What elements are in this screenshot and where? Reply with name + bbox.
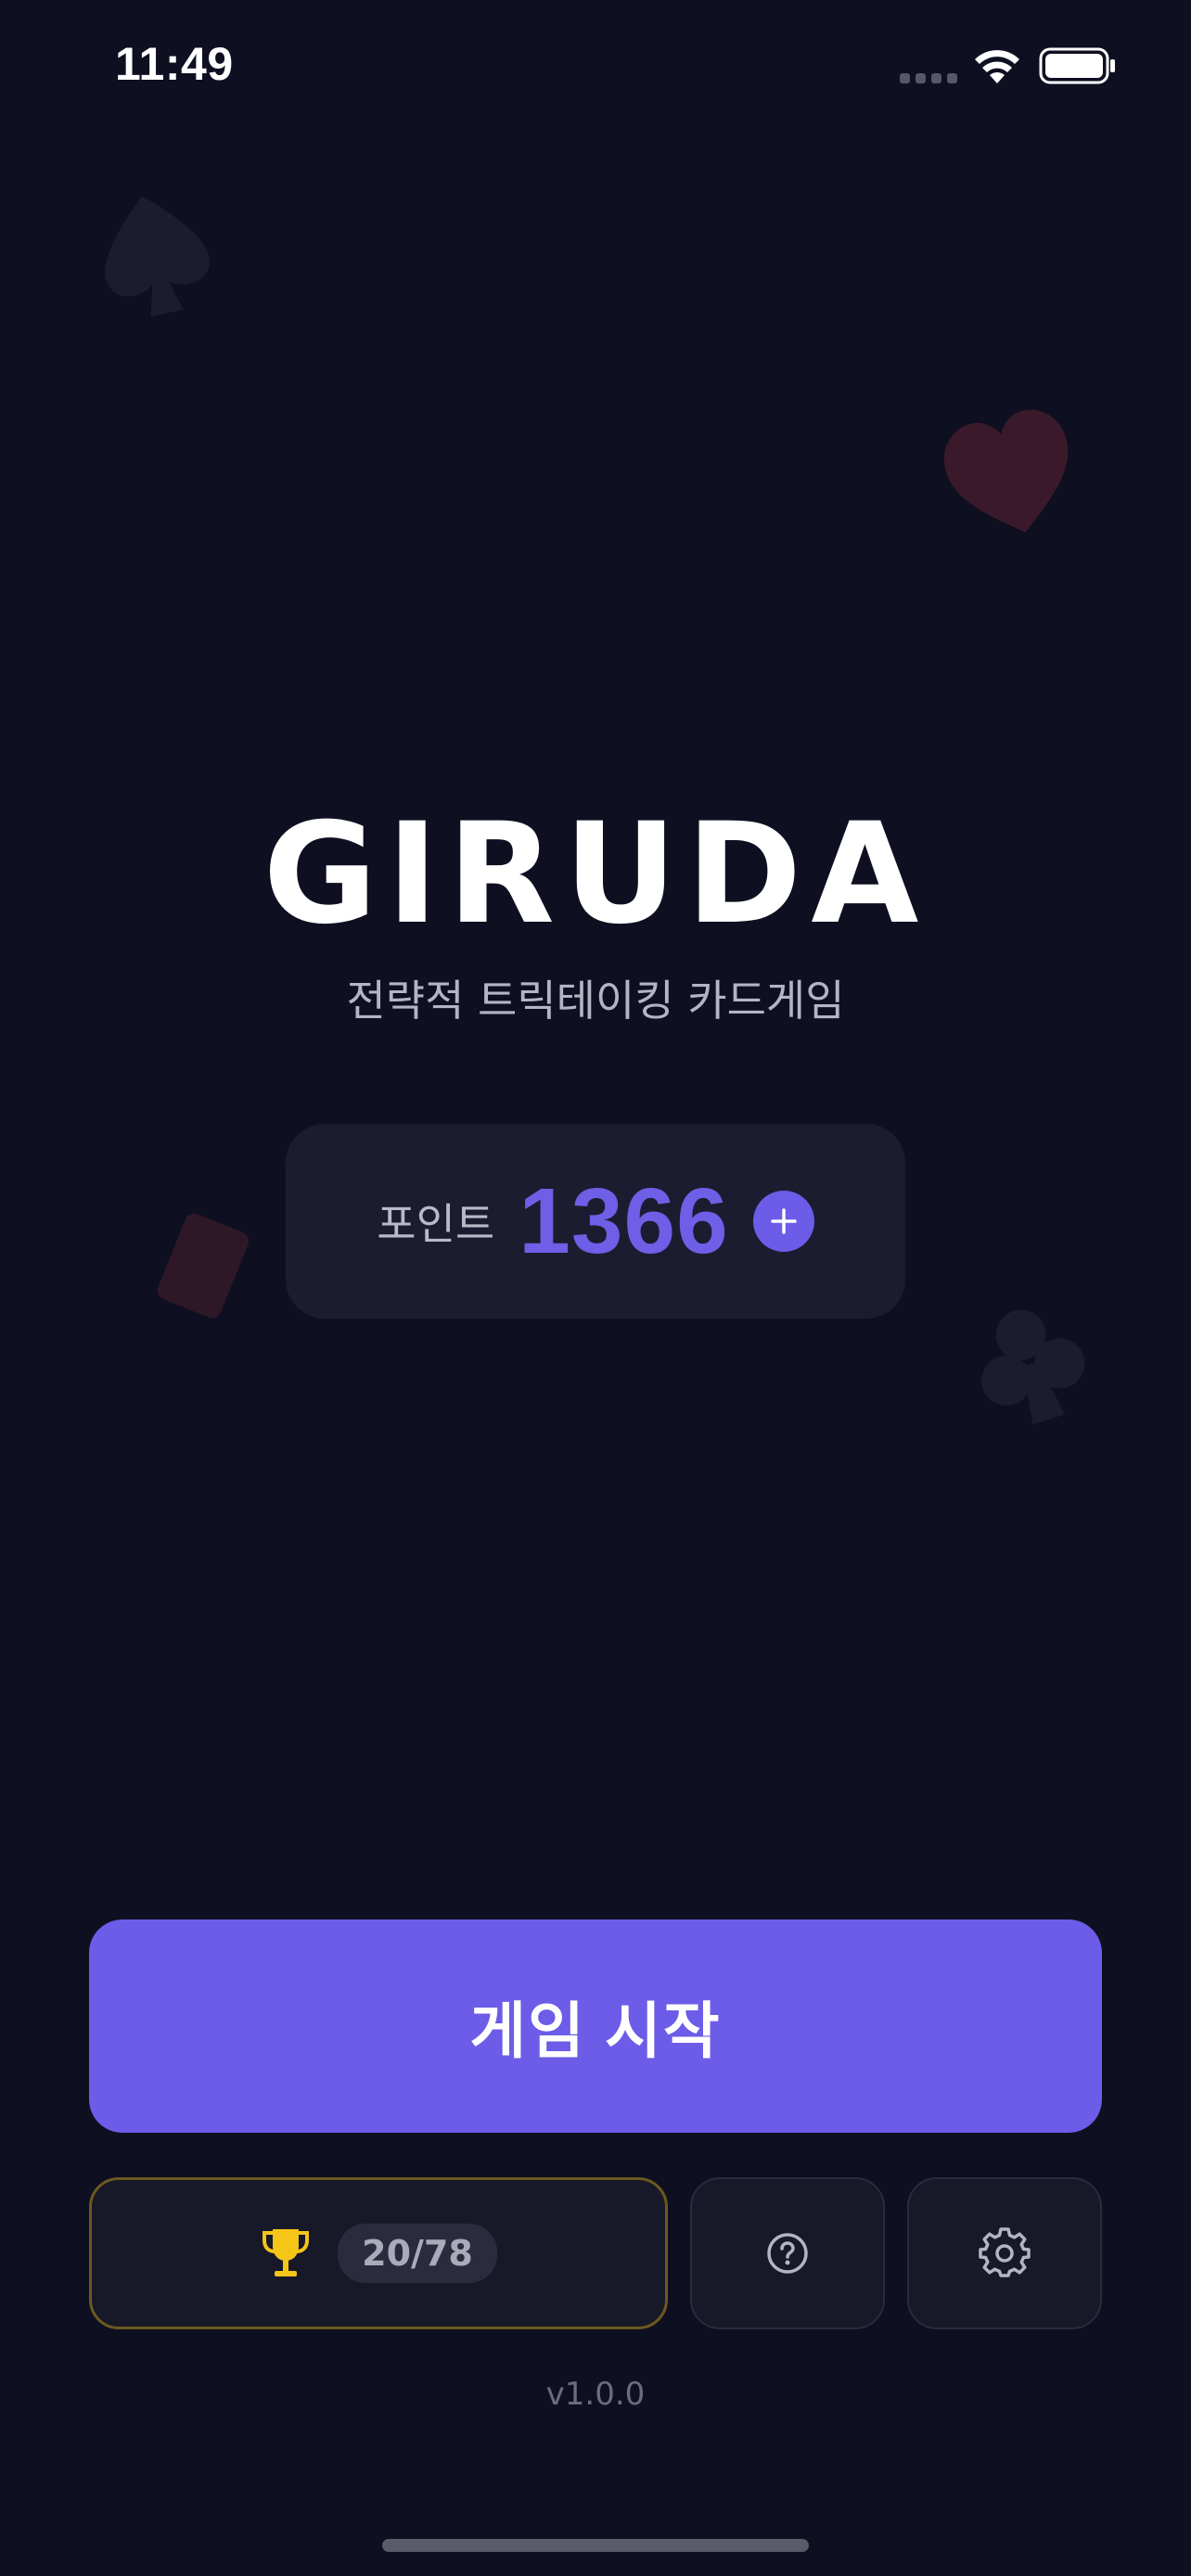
- points-label: 포인트: [377, 1199, 495, 1249]
- help-button[interactable]: [690, 2177, 885, 2329]
- spade-decoration-icon: [105, 196, 210, 317]
- heart-decoration-icon: [944, 409, 1069, 533]
- app-subtitle: 전략적 트릭테이킹 카드게임: [346, 976, 845, 1026]
- settings-button[interactable]: [907, 2177, 1102, 2329]
- battery-icon: [1039, 47, 1115, 84]
- cellular-signal-icon: [900, 73, 957, 83]
- question-circle-icon: [767, 2233, 808, 2274]
- diamond-decoration-icon: [157, 1213, 250, 1319]
- points-value: 1366: [519, 1169, 729, 1273]
- add-points-button[interactable]: [752, 1191, 814, 1252]
- app-title: GIRUDA: [263, 794, 928, 955]
- app-version: v1.0.0: [545, 2376, 646, 2413]
- trophy-icon: [263, 2229, 310, 2276]
- achievements-button[interactable]: 20/78: [89, 2177, 668, 2329]
- achievement-count-badge: 20/78: [338, 2224, 497, 2283]
- gear-icon: [979, 2227, 1031, 2277]
- status-time: 11:49: [115, 38, 234, 90]
- wifi-icon: [975, 50, 1019, 83]
- club-decoration-icon: [981, 1309, 1085, 1425]
- home-indicator[interactable]: [382, 2539, 809, 2552]
- main-screen: 11:49 GIRUDA 전략적 트릭테이킹 카드게임 포인트 1366 게임 …: [0, 0, 1191, 2576]
- start-game-button[interactable]: 게임 시작: [89, 1919, 1102, 2133]
- plus-icon: [770, 1208, 797, 1234]
- points-card: 포인트 1366: [286, 1124, 905, 1319]
